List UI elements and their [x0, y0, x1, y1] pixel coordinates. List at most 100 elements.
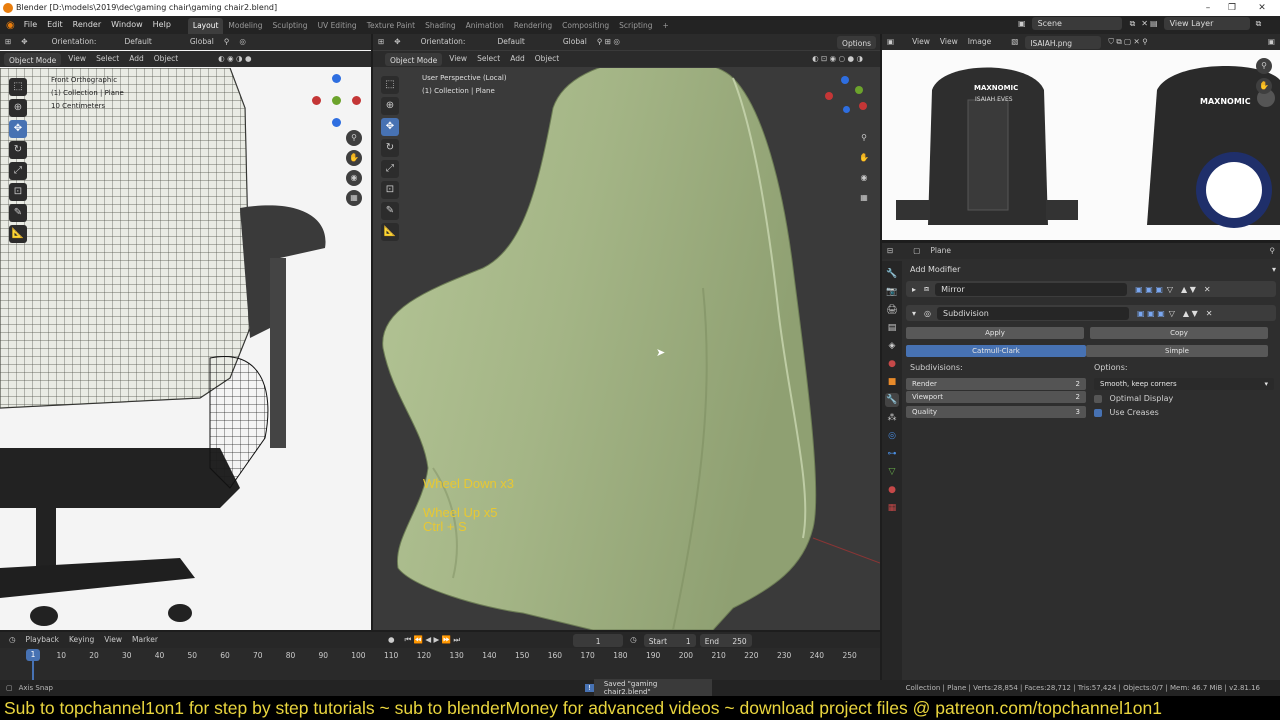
view-layer-tab-icon[interactable]: ▤	[885, 321, 899, 335]
record-icon[interactable]: ●	[383, 632, 400, 648]
tool-tab-icon[interactable]: 🔧	[885, 267, 899, 281]
snap-icon[interactable]: ⚲ ⊞ ◎	[592, 34, 625, 50]
menu-playback[interactable]: Playback	[21, 632, 64, 648]
grid-view-icon[interactable]: ▦	[346, 190, 362, 206]
neg-z-axis-icon[interactable]	[843, 106, 850, 113]
mirror-move-icons[interactable]: ▲ ▼	[1181, 285, 1196, 294]
transform-tool[interactable]: ⊡	[9, 183, 27, 201]
camera-icon[interactable]: ◉	[856, 170, 872, 186]
x-axis-icon[interactable]	[859, 102, 867, 110]
camera-icon[interactable]: ◉	[346, 170, 362, 186]
pan-nav-icon[interactable]: ✋	[1256, 78, 1272, 94]
mode-dropdown[interactable]: Object Mode	[385, 52, 443, 66]
playback-controls[interactable]: ⏮ ⏪ ◀ ▶ ⏩ ⏭	[400, 632, 466, 648]
subdivision-name-field[interactable]: Subdivision	[937, 306, 1129, 320]
catmull-clark-toggle[interactable]: Catmull-Clark	[906, 345, 1086, 357]
menu-select[interactable]: Select	[472, 51, 505, 67]
left-viewport[interactable]: ⊞ ✥ Orientation: Default Global ⚲ ◎ Obje…	[0, 34, 371, 630]
collapse-arrow-icon[interactable]: ▾	[912, 309, 916, 318]
transform-icon[interactable]: ✥	[389, 34, 405, 50]
transform-icon[interactable]: ✥	[16, 34, 32, 50]
use-creases-checkbox[interactable]	[1094, 408, 1102, 417]
tab-modeling[interactable]: Modeling	[223, 18, 267, 34]
menu-select[interactable]: Select	[91, 51, 124, 67]
image-editor[interactable]: ▣ View View Image ▧ ISAIAH.png ⛉ ⧉ ▢ ✕ ⚲…	[882, 34, 1280, 240]
minimize-icon[interactable]: –	[1196, 0, 1220, 16]
menu-marker[interactable]: Marker	[127, 632, 163, 648]
tab-uv-editing[interactable]: UV Editing	[313, 18, 362, 34]
editor-type-icon[interactable]: ◷	[4, 632, 21, 648]
mirror-toggle-icons[interactable]: ▣ ▣ ▣	[1135, 285, 1163, 294]
tab-rendering[interactable]: Rendering	[509, 18, 557, 34]
mode-dropdown[interactable]: Object Mode	[4, 52, 62, 66]
tab-shading[interactable]: Shading	[420, 18, 460, 34]
neg-y-axis-icon[interactable]	[825, 92, 833, 100]
render-levels-field[interactable]: Render 2	[906, 378, 1086, 390]
editor-type-icon[interactable]: ⊞	[373, 34, 389, 50]
tab-compositing[interactable]: Compositing	[557, 18, 614, 34]
menu-view[interactable]: View	[935, 34, 963, 50]
new-scene-icon[interactable]: ⧉	[1130, 19, 1136, 29]
options-dropdown[interactable]: Options	[837, 35, 876, 49]
zoom-nav-icon[interactable]: ⚲	[1256, 58, 1272, 74]
rotate-tool[interactable]: ↻	[9, 141, 27, 159]
blender-menu-icon[interactable]: ◉	[6, 20, 15, 31]
orientation-dropdown[interactable]: Default	[492, 34, 529, 50]
apply-button[interactable]: Apply	[906, 327, 1084, 339]
object-tab-icon[interactable]: ■	[885, 375, 899, 389]
mirror-remove-icon[interactable]: ✕	[1204, 285, 1211, 294]
view-layer-field[interactable]: View Layer	[1163, 17, 1250, 30]
scale-tool[interactable]: ⤢	[381, 160, 399, 178]
scene-field[interactable]: Scene	[1031, 17, 1122, 30]
orientation-dropdown[interactable]: Default	[119, 34, 156, 50]
move-tool[interactable]: ✥	[381, 118, 399, 136]
image-actions-icons[interactable]: ⛉ ⧉ ▢ ✕ ⚲	[1103, 34, 1152, 50]
menu-help[interactable]: Help	[148, 16, 176, 34]
copy-button[interactable]: Copy	[1090, 327, 1268, 339]
select-box-tool[interactable]: ⬚	[381, 76, 399, 94]
y-axis-icon[interactable]	[855, 86, 863, 94]
image-name-field[interactable]: ISAIAH.png	[1025, 35, 1102, 49]
quality-field[interactable]: Quality 3	[906, 406, 1086, 418]
tab-layout[interactable]: Layout	[187, 18, 224, 34]
annotate-tool[interactable]: ✎	[381, 202, 399, 220]
menu-image[interactable]: Image	[963, 34, 997, 50]
x-axis-icon[interactable]	[312, 96, 321, 105]
delete-scene-icon[interactable]: ✕	[1141, 19, 1148, 28]
tab-scripting[interactable]: Scripting	[614, 18, 657, 34]
zoom-icon[interactable]: ⚲	[856, 130, 872, 146]
uv-smooth-dropdown[interactable]: Smooth, keep corners ▾	[1094, 378, 1274, 390]
center-viewport[interactable]: ⊞ ✥ Orientation: Default Global ⚲ ⊞ ◎ Op…	[373, 34, 880, 630]
playhead[interactable]: 1	[26, 649, 40, 661]
measure-tool[interactable]: 📐	[9, 225, 27, 243]
menu-view[interactable]: View	[63, 51, 91, 67]
start-frame-field[interactable]: Start 1	[643, 633, 696, 647]
mirror-filter-icon[interactable]: ▽	[1167, 285, 1173, 294]
menu-add[interactable]: Add	[505, 51, 530, 67]
pan-hand-icon[interactable]: ✋	[346, 150, 362, 166]
mirror-name-field[interactable]: Mirror	[935, 282, 1128, 296]
neg-y-axis-icon[interactable]	[352, 96, 361, 105]
rotate-tool[interactable]: ↻	[381, 139, 399, 157]
cursor-tool[interactable]: ⊕	[381, 97, 399, 115]
timeline-ruler[interactable]: 10 20 30 40 50 60 70 80 90 100 110 120 130 140 150 160 1…	[0, 651, 880, 663]
maximize-icon[interactable]: ❐	[1220, 0, 1244, 16]
subdivision-filter-icon[interactable]: ▽	[1169, 309, 1175, 318]
menu-add[interactable]: Add	[124, 51, 149, 67]
tab-sculpting[interactable]: Sculpting	[268, 18, 313, 34]
menu-keying[interactable]: Keying	[64, 632, 99, 648]
render-tab-icon[interactable]: 📷	[885, 285, 899, 299]
pin-icon[interactable]: ⚲	[1265, 243, 1280, 259]
timeline[interactable]: ◷ Playback Keying View Marker ● ⏮ ⏪ ◀ ▶ …	[0, 632, 880, 680]
measure-tool[interactable]: 📐	[381, 223, 399, 241]
cursor-tool[interactable]: ⊕	[9, 99, 27, 117]
transform-space-dropdown[interactable]: Global	[558, 34, 592, 50]
optimal-display-checkbox[interactable]	[1094, 394, 1102, 403]
editor-type-icon[interactable]: ▣	[882, 34, 899, 50]
menu-edit[interactable]: Edit	[42, 16, 68, 34]
add-modifier-dropdown[interactable]: Add Modifier ▾	[906, 261, 1276, 277]
properties-editor[interactable]: ⊟ ▢ Plane ⚲ 🔧 📷 🖨 ▤ ◈ ● ■ 🔧 ⁂ ◎ ⊶ ▽ ● ▦ …	[882, 243, 1280, 680]
clock-icon[interactable]: ◷	[625, 632, 642, 648]
viewport-levels-field[interactable]: Viewport 2	[906, 391, 1086, 403]
y-axis-icon[interactable]	[332, 96, 341, 105]
